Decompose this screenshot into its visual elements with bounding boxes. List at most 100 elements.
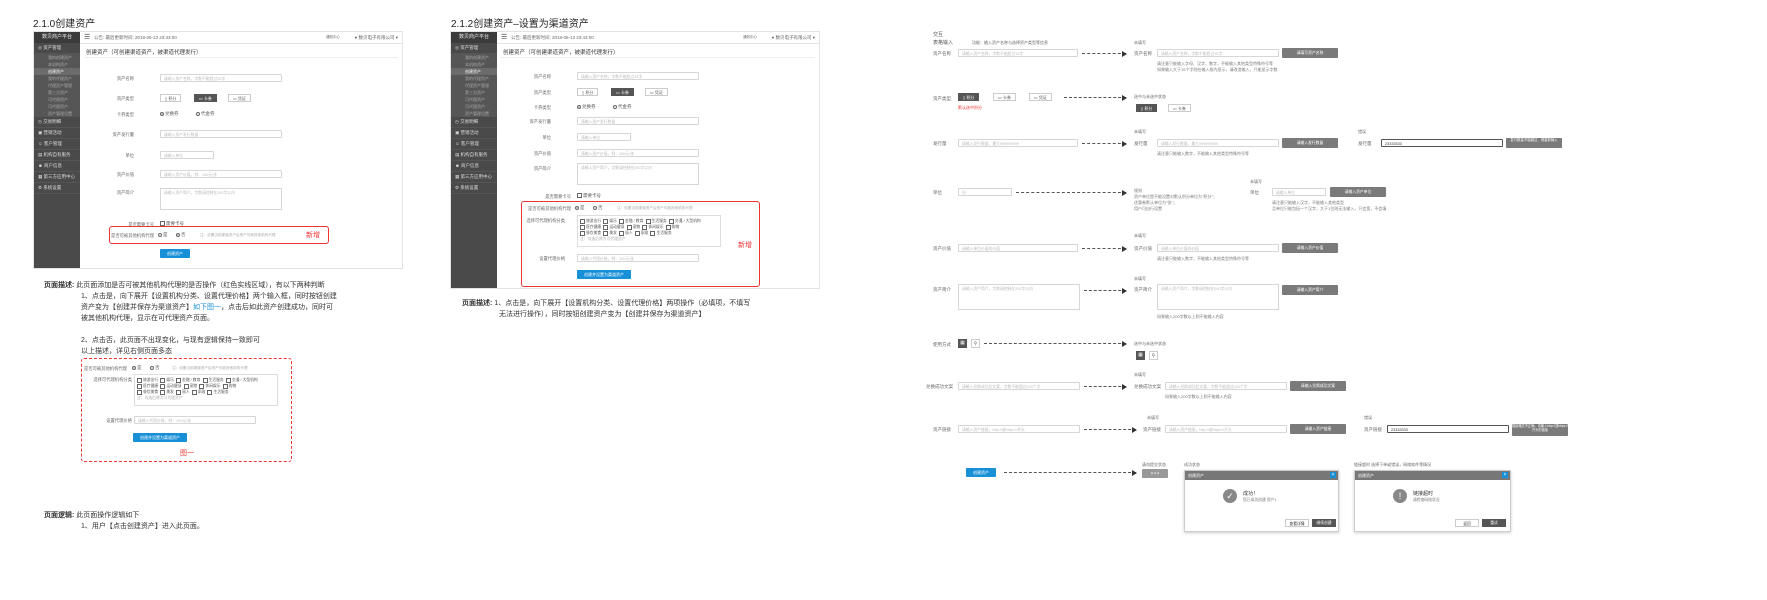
sidebar-item-assets[interactable]: ◎ 资产管理	[451, 43, 497, 54]
sidebar-item-merchant[interactable]: ☻ 商户信息	[451, 161, 497, 172]
intro-textarea[interactable]: 请输入资产简介，字数请控制在200字以内	[160, 188, 282, 210]
st-value-input-empty[interactable]: 请输入单位价值的价值	[1157, 244, 1279, 252]
fig-cat[interactable]: 娱乐	[160, 377, 174, 383]
sidebar-sub-item[interactable]: 可代理资产	[451, 96, 497, 103]
grid-icon[interactable]: ▦	[958, 339, 967, 348]
unit-input[interactable]: 请输入单位	[577, 133, 631, 141]
notification-center[interactable]: 通知中心	[743, 35, 757, 40]
sidebar-item-services[interactable]: ▤ 机构自有服务	[451, 150, 497, 161]
coupon-type-cash[interactable]: 代金券	[196, 111, 215, 117]
sidebar-item-marketing[interactable]: ▣ 营销活动	[34, 128, 80, 139]
sidebar-sub-item[interactable]: 第三方资产	[34, 89, 80, 96]
asset-name-input[interactable]: 请输入资产名称，字数不能超过15字	[160, 74, 282, 82]
st-type-sel-coupon[interactable]: ▭ 卡券	[1168, 104, 1191, 112]
close-icon[interactable]: ×	[1502, 472, 1508, 478]
st-intro-textarea[interactable]: 请输入资产简介，字数请控制在200字以内	[958, 284, 1080, 310]
fig-cat[interactable]: 丽人	[176, 389, 190, 395]
st-issue-input-error[interactable]: 23333333	[1381, 139, 1503, 147]
fig-save-channel-button[interactable]: 创建并设置为渠道资产	[133, 433, 187, 442]
company-menu[interactable]: ● 数贝电子有限公司 ▾	[772, 35, 816, 41]
grid-icon[interactable]: ▦	[1136, 351, 1145, 360]
type-voucher-tab[interactable]: ▭ 凭证	[228, 94, 251, 102]
type-points-tab[interactable]: ▯ 积分	[577, 88, 599, 96]
menu-icon[interactable]: ☰	[84, 33, 90, 41]
st-intro-textarea-empty[interactable]: 请输入资产简介，字数请控制在200字以内	[1157, 284, 1279, 310]
sidebar-sub-item-active[interactable]: 创建资产	[451, 68, 497, 75]
sidebar-sub-item[interactable]: 可代理资产	[451, 103, 497, 110]
st-value-input[interactable]: 请输入单位价值的价值	[958, 244, 1078, 252]
sidebar-item-marketing[interactable]: ▣ 营销活动	[451, 128, 497, 139]
sidebar-sub-item[interactable]: 第三方资产	[451, 89, 497, 96]
st-unit-input-empty[interactable]: 请输入单位	[1272, 188, 1326, 196]
fig-cat[interactable]: 医疗健康	[137, 383, 158, 389]
st-link-input-empty[interactable]: 请输入资产链接，http://或https://开头	[1165, 425, 1287, 433]
sidebar-sub-item[interactable]: 本机构资产	[34, 61, 80, 68]
sidebar-sub-item[interactable]: 我的代理资产	[34, 75, 80, 82]
sidebar-item-assets[interactable]: ◎ 资产管理	[34, 43, 80, 54]
sidebar-sub-item[interactable]: 我的代理资产	[451, 75, 497, 82]
sidebar-sub-item[interactable]: 本机构资产	[451, 61, 497, 68]
sidebar-sub-item[interactable]: 代理资产管理	[34, 82, 80, 89]
st-link-input-error[interactable]: 23333333	[1387, 425, 1509, 433]
st-issue-input[interactable]: 请输入发行数量，最大999999999	[958, 139, 1078, 147]
value-input[interactable]: 请输入资产价值，例：100元/张	[160, 170, 282, 178]
st-unit-input[interactable]: 份	[958, 188, 1012, 196]
st-success-input-empty[interactable]: 请输入兑换成功后文案，字数不能超过200个字	[1165, 382, 1287, 390]
st-type-points[interactable]: ▯ 积分	[958, 93, 980, 101]
coupon-type-exchange[interactable]: 兑换券	[577, 104, 596, 110]
sidebar-sub-item[interactable]: 可代理资产	[34, 96, 80, 103]
sidebar-sub-item[interactable]: 资产管理设置	[34, 110, 80, 117]
fig-cat[interactable]: 交通 / 大型机构	[225, 377, 258, 383]
type-points-tab[interactable]: ▯ 积分	[160, 94, 182, 102]
sidebar-item-apps[interactable]: ▦ 第三方应用中心	[34, 172, 80, 183]
retry-button[interactable]: 重试	[1482, 519, 1506, 527]
fig-cat[interactable]: 美发	[160, 389, 174, 395]
sidebar-item-customers[interactable]: ☺ 客户管理	[451, 139, 497, 150]
st-name-input-empty[interactable]: 请输入资产名称，字数不能超过15字	[1157, 49, 1279, 57]
fig-cat[interactable]: 休闲娱乐	[199, 383, 221, 389]
sidebar-item-transactions[interactable]: ◷ 交易明细	[451, 117, 497, 128]
sidebar-sub-item[interactable]: 资产管理设置	[451, 110, 497, 117]
type-coupon-tab[interactable]: ▭ 卡券	[611, 88, 634, 96]
type-coupon-tab[interactable]: ▭ 卡券	[194, 94, 217, 102]
fig-cat[interactable]: 购物	[222, 383, 236, 389]
sidebar-item-apps[interactable]: ▦ 第三方应用中心	[451, 172, 497, 183]
fig-cat[interactable]: 旅游出行	[137, 377, 158, 383]
intro-textarea[interactable]: 请输入资产简介，字数请控制在200字以内	[577, 163, 699, 185]
figure-link[interactable]: 如下图一	[193, 304, 221, 311]
fig-cat[interactable]: 金融 / 教育	[176, 377, 200, 383]
create-asset-button[interactable]: 创建资产	[160, 249, 190, 258]
fig-cat[interactable]: 生活服务	[207, 389, 229, 395]
st-type-coupon[interactable]: ▭ 卡券	[993, 93, 1016, 101]
fig-cat[interactable]: 餐饮美食	[137, 389, 158, 395]
link-icon[interactable]: ⚲	[971, 339, 980, 348]
company-menu[interactable]: ● 数贝电子有限公司 ▾	[355, 35, 399, 41]
st-link-input[interactable]: 请输入资产链接，http://或https://开头	[958, 425, 1080, 433]
fig-agent-no[interactable]: 否	[150, 365, 160, 371]
fig-cat[interactable]: 家政	[191, 389, 205, 395]
coupon-type-exchange[interactable]: 兑换券	[160, 111, 179, 117]
sidebar-item-services[interactable]: ▤ 机构自有服务	[34, 150, 80, 161]
st-type-voucher[interactable]: ▭ 凭证	[1029, 93, 1052, 101]
sidebar-sub-item[interactable]: 我的创建资产	[451, 54, 497, 61]
st-issue-input-empty[interactable]: 请输入发行数量，最大999999999	[1157, 139, 1279, 147]
value-input[interactable]: 请输入资产价值，例：100元/张	[577, 149, 699, 157]
sidebar-item-settings[interactable]: ⚙ 系统设置	[451, 183, 497, 194]
sidebar-item-settings[interactable]: ⚙ 系统设置	[34, 183, 80, 194]
st-type-sel-points[interactable]: ▯ 积分	[1136, 104, 1158, 112]
sidebar-item-customers[interactable]: ☺ 客户管理	[34, 139, 80, 150]
fig-price-input[interactable]: 请输入代理价格，例：100元/张	[134, 416, 256, 424]
fig-cat[interactable]: 生活服务	[202, 377, 224, 383]
close-icon[interactable]: ×	[1330, 472, 1336, 478]
st-name-input[interactable]: 请输入资产名称，字数不能超过15字	[958, 49, 1078, 57]
sidebar-sub-item[interactable]: 代理资产管理	[451, 82, 497, 89]
unit-input[interactable]: 请输入单位	[160, 151, 214, 159]
view-detail-button[interactable]: 查看详情	[1285, 519, 1309, 527]
sidebar-sub-item-active[interactable]: 创建资产	[34, 68, 80, 75]
sidebar-item-merchant[interactable]: ☻ 商户信息	[34, 161, 80, 172]
sidebar-sub-item[interactable]: 可代理资产	[34, 103, 80, 110]
link-icon[interactable]: ⚲	[1149, 351, 1158, 360]
st-success-input[interactable]: 请输入兑换成功后文案，字数不能超过200个字	[958, 382, 1080, 390]
issue-input[interactable]: 请输入资产发行数量	[577, 117, 699, 125]
need-card-checkbox[interactable]: 需要卡号	[577, 193, 601, 199]
